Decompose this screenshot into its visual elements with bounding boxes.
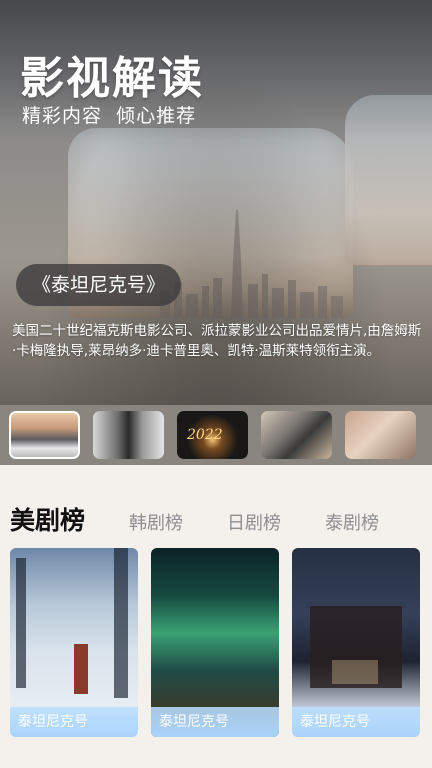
thumbnail-sparkler-2022[interactable]: 2022 — [177, 411, 248, 459]
tab-thai-drama[interactable]: 泰剧榜 — [325, 509, 379, 535]
drama-card[interactable]: 泰坦尼克号 — [151, 548, 279, 737]
card-caption: 泰坦尼克号 — [292, 707, 420, 737]
thumbnail-laptop[interactable] — [261, 411, 332, 459]
tab-korean-drama[interactable]: 韩剧榜 — [129, 509, 183, 535]
thumbnail-fog-mountain[interactable] — [9, 411, 80, 459]
tab-us-drama[interactable]: 美剧榜 — [10, 501, 85, 537]
drama-card[interactable]: 泰坦尼克号 — [292, 548, 420, 737]
movie-title-pill[interactable]: 《泰坦尼克号》 — [16, 264, 182, 306]
ranking-section: 美剧榜 韩剧榜 日剧榜 泰剧榜 泰坦尼克号 泰坦尼克号 泰坦尼克号 — [0, 465, 432, 768]
thumbnail-text: 2022 — [187, 427, 223, 443]
hero-title: 影视解读 — [20, 53, 204, 104]
drama-card-list: 泰坦尼克号 泰坦尼克号 泰坦尼克号 — [10, 548, 420, 737]
thumbnail-hands-ring[interactable] — [345, 411, 416, 459]
ranking-tabs: 美剧榜 韩剧榜 日剧榜 泰剧榜 — [10, 501, 379, 537]
card-caption: 泰坦尼克号 — [10, 707, 138, 737]
card-caption: 泰坦尼克号 — [151, 707, 279, 737]
tab-japanese-drama[interactable]: 日剧榜 — [227, 509, 281, 535]
thumbnail-strip: 2022 — [0, 405, 432, 465]
drama-card[interactable]: 泰坦尼克号 — [10, 548, 138, 737]
thumbnail-couple-bw[interactable] — [93, 411, 164, 459]
hero-banner[interactable]: 影视解读 精彩内容 倾心推荐 《泰坦尼克号》 美国二十世纪福克斯电影公司、派拉蒙… — [0, 0, 432, 405]
hero-subtitle: 精彩内容 倾心推荐 — [22, 105, 197, 127]
movie-description: 美国二十世纪福克斯电影公司、派拉蒙影业公司出品爱情片,由詹姆斯·卡梅隆执导,莱昂… — [12, 323, 422, 359]
